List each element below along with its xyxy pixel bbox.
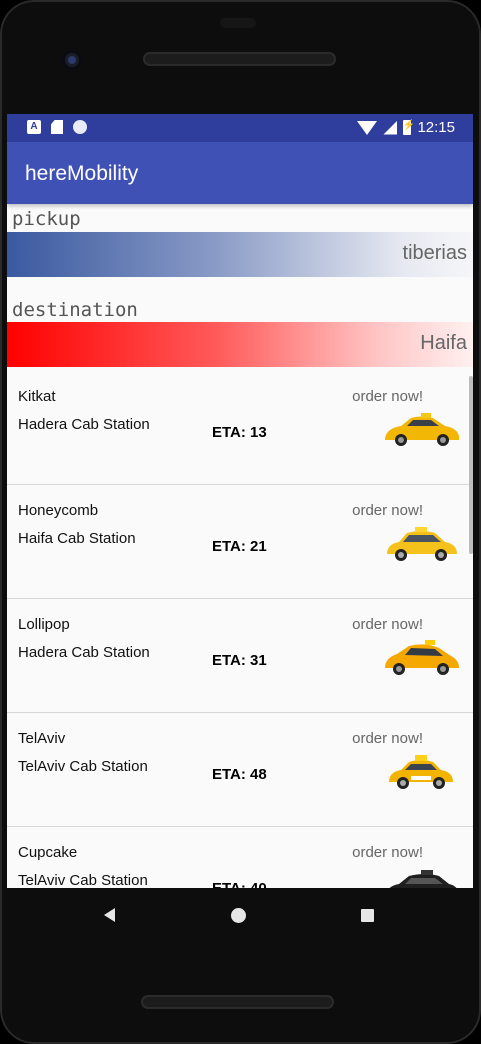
ride-station: Haifa Cab Station <box>18 530 136 547</box>
status-time: 12:15 <box>417 119 455 136</box>
order-now-button[interactable]: order now! <box>352 502 423 519</box>
list-scrollbar[interactable] <box>469 376 473 554</box>
signal-icon <box>383 120 398 135</box>
ride-name: Cupcake <box>18 844 78 861</box>
ride-eta: ETA: 48 <box>212 766 267 783</box>
ride-name: TelAviv <box>18 730 66 747</box>
phone-frame: A 12:15 hereMobility pickup tiberias des… <box>0 0 481 1044</box>
system-navigation-bar <box>0 888 481 940</box>
ride-station: Hadera Cab Station <box>18 644 150 661</box>
taxi-car-icon <box>389 755 453 789</box>
app-screen: A 12:15 hereMobility pickup tiberias des… <box>7 114 473 888</box>
sd-card-icon <box>51 120 63 134</box>
list-item[interactable]: Cupcake TelAviv Cab Station ETA: 40 orde… <box>7 826 473 888</box>
pickup-value: tiberias <box>402 242 467 264</box>
ride-name: Kitkat <box>18 388 56 405</box>
order-now-button[interactable]: order now! <box>352 388 423 405</box>
app-title: hereMobility <box>25 162 139 185</box>
ride-eta: ETA: 31 <box>212 652 267 669</box>
pickup-label: pickup <box>12 208 81 230</box>
taxi-car-icon <box>387 527 457 561</box>
status-bar: A 12:15 <box>7 114 473 142</box>
recents-icon[interactable] <box>361 909 374 922</box>
top-sensor <box>220 18 256 28</box>
taxi-car-icon <box>385 640 459 675</box>
destination-field[interactable]: Haifa <box>7 322 473 367</box>
list-item[interactable]: TelAviv TelAviv Cab Station ETA: 48 orde… <box>7 712 473 827</box>
app-bar: hereMobility <box>7 142 473 204</box>
front-camera-icon <box>62 50 82 70</box>
rides-list[interactable]: Kitkat Hadera Cab Station ETA: 13 order … <box>7 370 473 888</box>
ride-station: TelAviv Cab Station <box>18 872 148 888</box>
back-icon[interactable] <box>104 908 115 922</box>
order-now-button[interactable]: order now! <box>352 844 423 861</box>
list-item[interactable]: Honeycomb Haifa Cab Station ETA: 21 orde… <box>7 484 473 599</box>
home-icon[interactable] <box>231 908 246 923</box>
destination-value: Haifa <box>420 332 467 354</box>
notification-a-icon: A <box>27 120 41 134</box>
destination-label: destination <box>12 299 138 321</box>
taxi-car-icon <box>385 413 459 446</box>
bottom-speaker <box>141 995 334 1009</box>
ride-eta: ETA: 40 <box>212 880 267 888</box>
list-item[interactable]: Kitkat Hadera Cab Station ETA: 13 order … <box>7 370 473 485</box>
wifi-icon <box>357 120 378 135</box>
circle-icon <box>73 120 87 134</box>
ride-eta: ETA: 21 <box>212 538 267 555</box>
ride-station: TelAviv Cab Station <box>18 758 148 775</box>
ride-eta: ETA: 13 <box>212 424 267 441</box>
pickup-field[interactable]: tiberias <box>7 232 473 277</box>
order-now-button[interactable]: order now! <box>352 616 423 633</box>
order-now-button[interactable]: order now! <box>352 730 423 747</box>
taxi-car-icon <box>389 870 457 888</box>
battery-charging-icon <box>402 120 415 135</box>
ride-station: Hadera Cab Station <box>18 416 150 433</box>
ride-name: Lollipop <box>18 616 70 633</box>
ride-name: Honeycomb <box>18 502 99 519</box>
list-item[interactable]: Lollipop Hadera Cab Station ETA: 31 orde… <box>7 598 473 713</box>
earpiece-speaker <box>143 52 336 66</box>
